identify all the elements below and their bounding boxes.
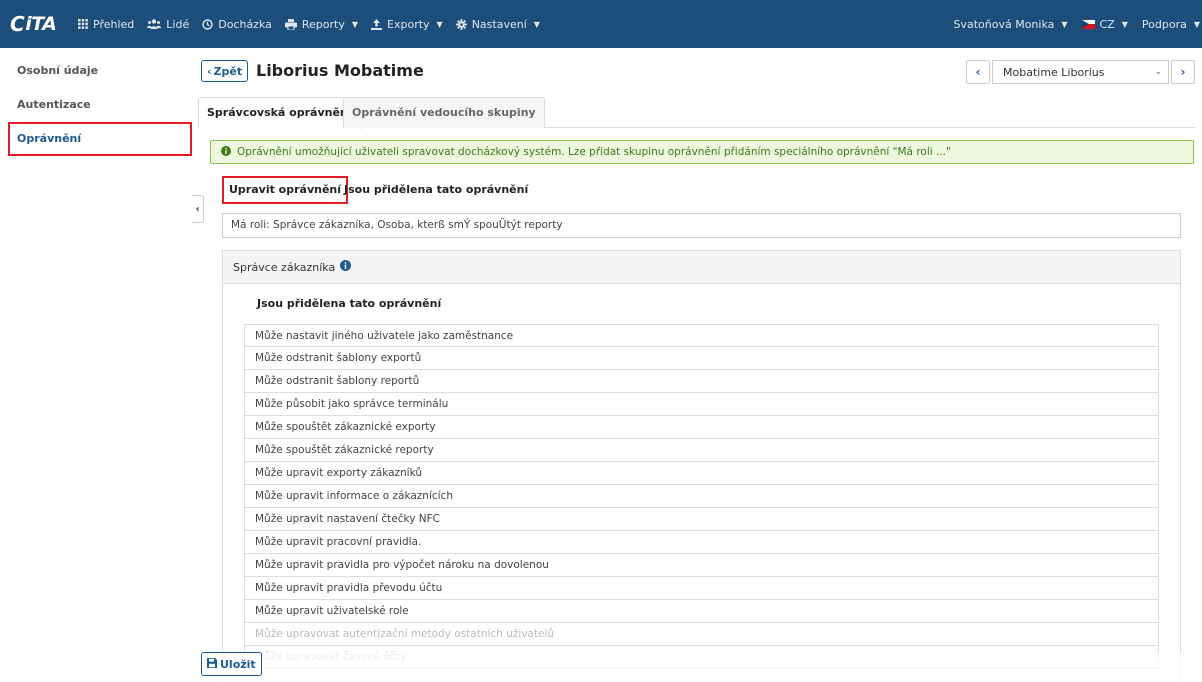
- support-label: Podpora: [1141, 17, 1187, 31]
- employee-select[interactable]: Mobatime Liborius ⌄: [992, 60, 1169, 84]
- back-button-label: Zpět: [213, 64, 243, 78]
- users-icon: [147, 19, 162, 29]
- list-item: Může upravit uživatelské role: [244, 600, 1159, 623]
- list-item: Může upravit nastavení čtečky NFC: [244, 508, 1159, 531]
- support-menu[interactable]: Podpora ▼: [1142, 18, 1200, 31]
- save-button[interactable]: Uložit: [201, 652, 262, 676]
- chevron-left-icon: ‹: [975, 65, 981, 79]
- list-item: Může upravit informace o zákaznících: [244, 485, 1159, 508]
- next-employee-button[interactable]: ›: [1171, 60, 1195, 84]
- page-title: Liborius Mobatime: [256, 61, 424, 80]
- printer-icon: [284, 18, 297, 30]
- user-menu-area: Svatoňová Monika ▼ CZ ▼ Podpora ▼: [953, 0, 1202, 48]
- nav-prehled[interactable]: Přehled: [78, 18, 134, 31]
- save-button-label: Uložit: [220, 657, 256, 671]
- language-menu[interactable]: CZ ▼: [1081, 17, 1128, 31]
- nav-reporty[interactable]: Reporty ▼: [284, 17, 359, 31]
- chevron-right-icon: ›: [1180, 65, 1186, 79]
- list-item: Může spouštět zákaznické exporty: [244, 416, 1159, 439]
- list-item: Může upravit pravidla převodu účtu: [244, 577, 1159, 600]
- permission-tabs: Správcovská oprávnění Oprávnění vedoucíh…: [198, 97, 1195, 129]
- top-navbar: CiTA Přehled Lidé Docházka Reporty ▼ Exp…: [0, 0, 1202, 48]
- user-name: Svatoňová Monika: [953, 17, 1055, 31]
- app-logo[interactable]: CiTA: [0, 12, 78, 36]
- clock-icon: [202, 18, 213, 30]
- list-item: Může odstranit šablony reportů: [244, 370, 1159, 393]
- chevron-down-icon: ▼: [1121, 19, 1128, 29]
- tab-opravneni-vedouciho[interactable]: Oprávnění vedoucího skupiny: [343, 97, 545, 128]
- export-icon: [371, 18, 383, 30]
- language-label: CZ: [1099, 17, 1115, 31]
- chevron-down-icon: ⌄: [1154, 67, 1162, 77]
- nav-dochazka[interactable]: Docházka: [202, 18, 272, 31]
- gear-icon: [455, 18, 467, 30]
- chevron-down-icon: ▼: [1061, 19, 1068, 29]
- floppy-disk-icon: [207, 657, 217, 671]
- nav-lide-label: Lidé: [166, 17, 190, 31]
- chevron-down-icon: ▼: [1193, 19, 1200, 29]
- list-item: Může spouštět zákaznické reporty: [244, 439, 1159, 462]
- sidebar-collapse-button[interactable]: ‹: [192, 195, 204, 223]
- list-item: Může odstranit šablony exportů: [244, 347, 1159, 370]
- chevron-down-icon: ▼: [533, 19, 540, 29]
- sidebar-item-autentizace[interactable]: Autentizace: [0, 88, 192, 122]
- main-menu: Přehled Lidé Docházka Reporty ▼ Exporty …: [78, 0, 553, 48]
- role-panel-header[interactable]: Správce zákazníka: [223, 251, 1180, 284]
- list-item: Může nastavit jiného uživatele jako zamě…: [244, 324, 1159, 347]
- list-item: Může upravit exporty zákazníků: [244, 462, 1159, 485]
- list-item: Může upravit pravidla pro výpočet nároku…: [244, 554, 1159, 577]
- role-panel-title: Správce zákazníka: [233, 260, 336, 274]
- previous-employee-button[interactable]: ‹: [966, 60, 990, 84]
- assigned-permissions-heading: Jsou přidělena tato oprávnění: [257, 297, 442, 310]
- info-alert-text: Oprávnění umožňující uživateli spravovat…: [237, 146, 951, 158]
- nav-lide[interactable]: Lidé: [147, 18, 189, 31]
- role-panel: Správce zákazníka Jsou přidělena tato op…: [222, 250, 1181, 682]
- tab-spravcovska-opravneni[interactable]: Správcovská oprávnění: [198, 97, 361, 129]
- czech-flag-icon: [1081, 19, 1095, 29]
- nav-dochazka-label: Docházka: [218, 17, 272, 31]
- chevron-down-icon: ▼: [351, 19, 359, 29]
- chevron-left-icon: ‹: [207, 64, 212, 78]
- back-button[interactable]: ‹ Zpět: [201, 60, 249, 82]
- list-item: Může působit jako správce terminálu: [244, 393, 1159, 416]
- save-bar: [192, 652, 1202, 682]
- sidebar: Osobní údaje Autentizace Oprávnění: [0, 48, 192, 682]
- list-item: Může upravovat autentizační metody ostat…: [244, 623, 1159, 646]
- tab-upravit-opravneni[interactable]: Upravit oprávnění: [222, 176, 349, 204]
- chevron-down-icon: ▼: [436, 19, 443, 29]
- permission-list: Může nastavit jiného uživatele jako zamě…: [244, 324, 1159, 669]
- nav-reporty-label: Reporty: [301, 17, 345, 31]
- nav-prehled-label: Přehled: [93, 17, 135, 31]
- info-icon[interactable]: [340, 260, 352, 274]
- user-menu[interactable]: Svatoňová Monika ▼: [953, 18, 1067, 31]
- sidebar-item-opravneni[interactable]: Oprávnění: [8, 122, 192, 156]
- employee-navigator: ‹ Mobatime Liborius ⌄ ›: [966, 59, 1195, 85]
- info-icon: [221, 145, 231, 159]
- nav-nastaveni[interactable]: Nastavení ▼: [455, 17, 540, 31]
- tab-prirazena-opravneni[interactable]: Jsou přidělena tato oprávnění: [344, 176, 528, 204]
- nav-exporty-label: Exporty: [387, 17, 430, 31]
- info-alert: Oprávnění umožňující uživateli spravovat…: [210, 140, 1194, 164]
- roles-input[interactable]: Má roli: Správce zákazníka, Osoba, kterß…: [222, 213, 1181, 238]
- employee-select-value: Mobatime Liborius: [1003, 65, 1105, 79]
- nav-nastaveni-label: Nastavení: [471, 17, 527, 31]
- sidebar-item-osobni-udaje[interactable]: Osobní údaje: [0, 54, 192, 88]
- chevron-left-icon: ‹: [195, 203, 200, 215]
- grid-icon: [78, 19, 88, 29]
- list-item: Může upravit pracovní pravidla.: [244, 531, 1159, 554]
- nav-exporty[interactable]: Exporty ▼: [371, 18, 443, 31]
